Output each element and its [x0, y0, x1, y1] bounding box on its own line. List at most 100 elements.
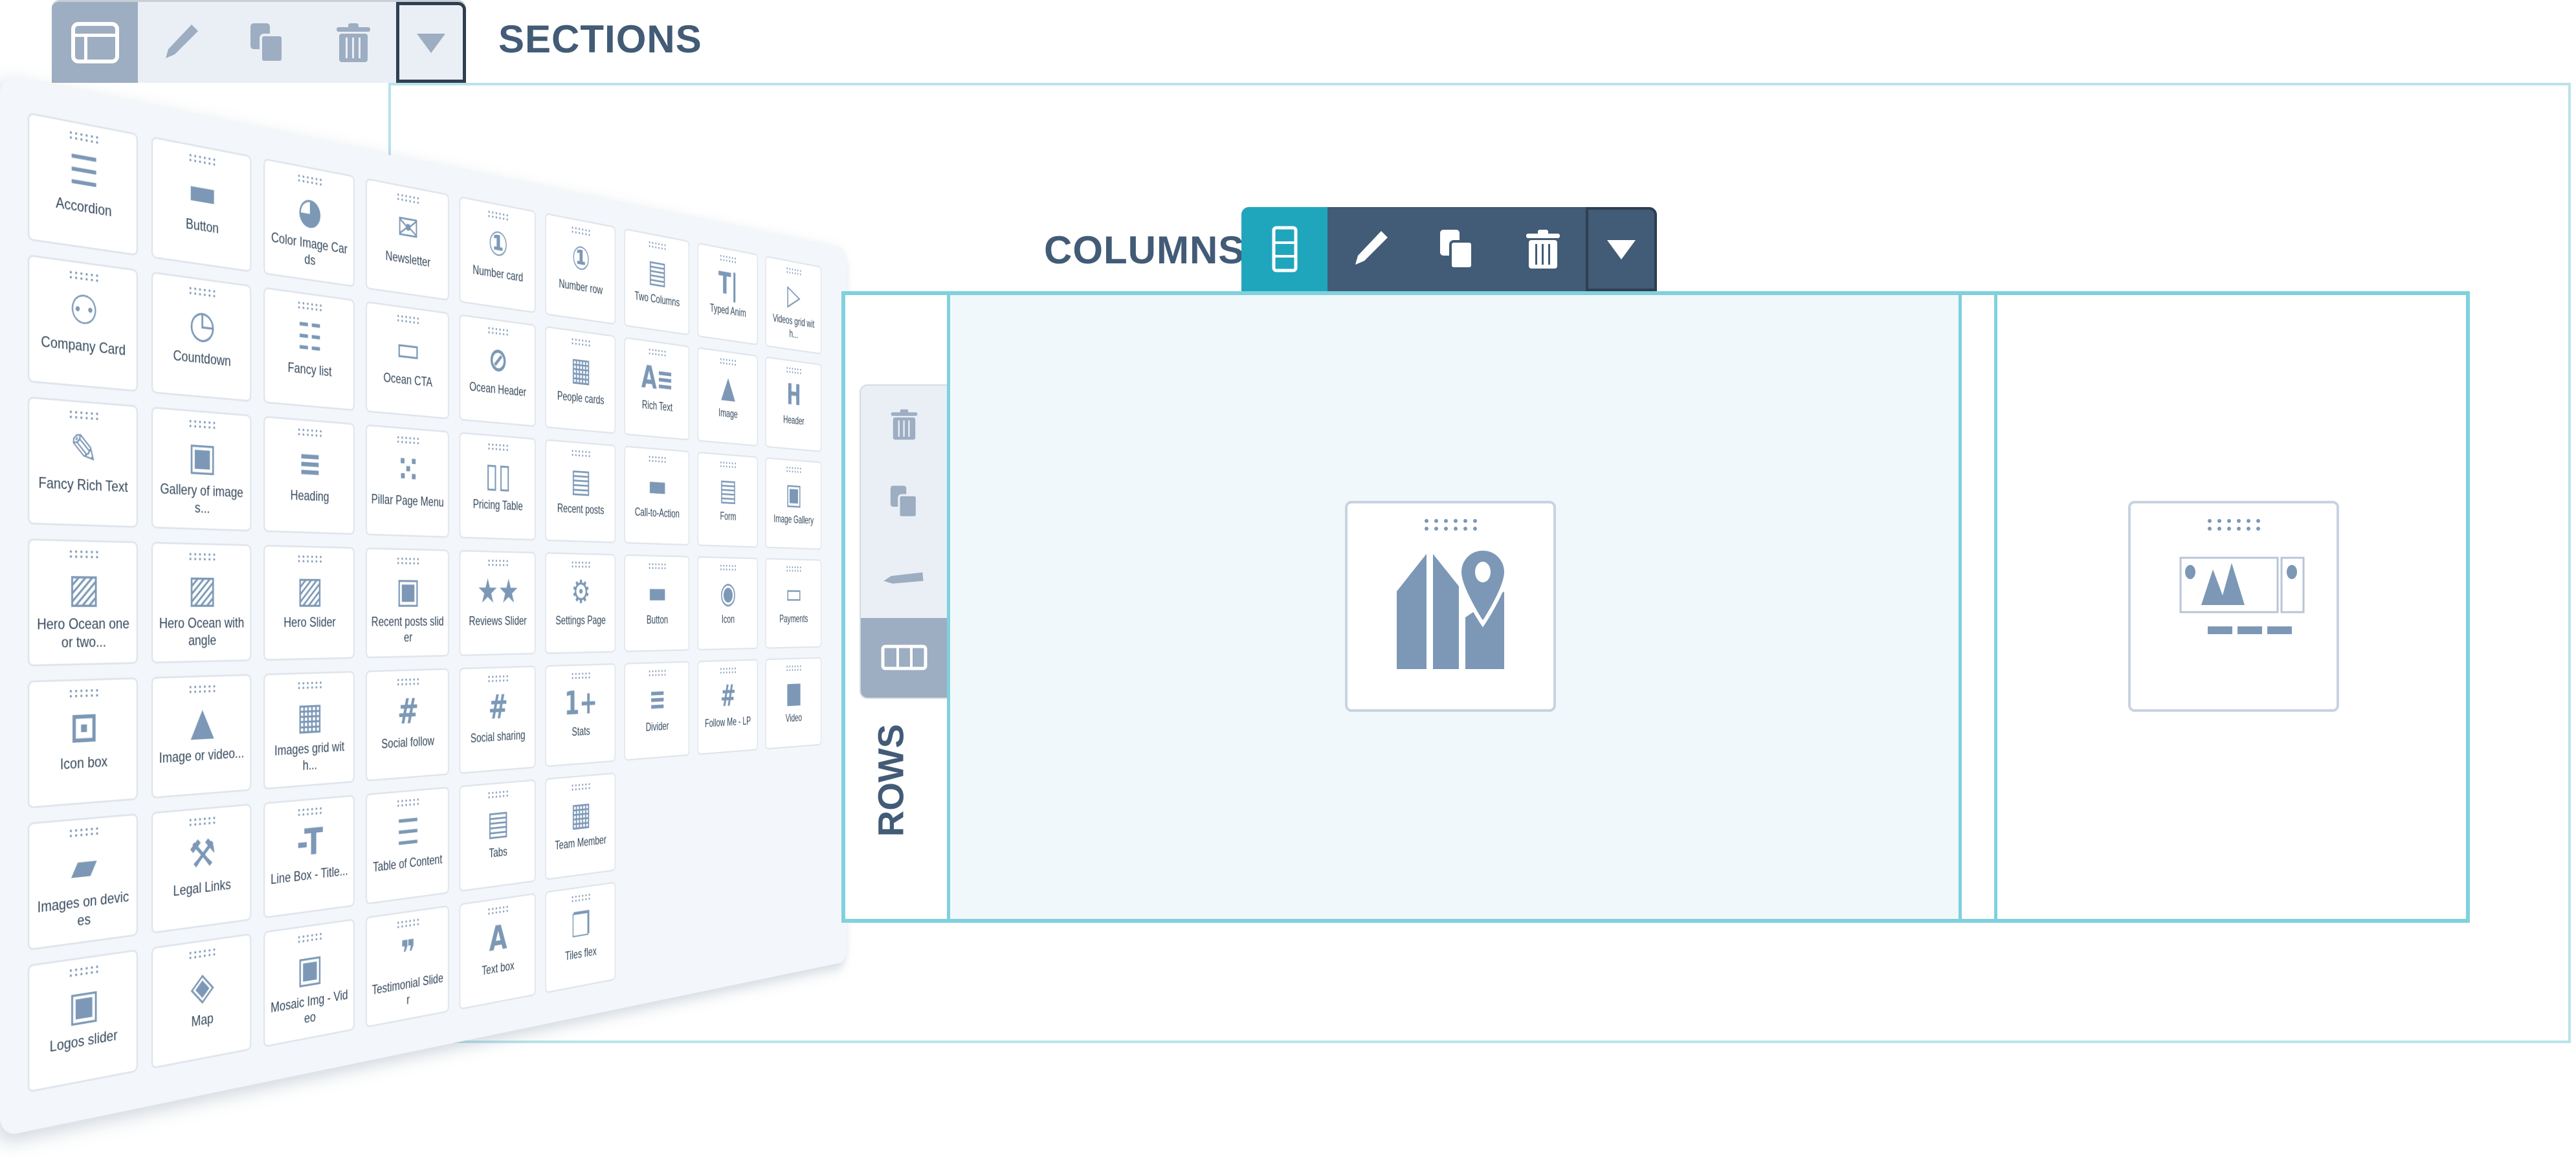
image-gallery-module[interactable]: [2128, 501, 2339, 712]
module-card[interactable]: ▬ Button: [624, 554, 690, 652]
drag-handle-icon[interactable]: [397, 798, 419, 807]
section-edit-button[interactable]: [138, 2, 224, 83]
drag-handle-icon[interactable]: [69, 689, 98, 698]
column-layout-button[interactable]: [1241, 207, 1327, 291]
module-card[interactable]: 1+ Stats: [545, 663, 616, 767]
module-card[interactable]: ▦ People cards: [545, 325, 616, 434]
drag-handle-icon[interactable]: [649, 670, 666, 677]
module-card[interactable]: ★★ Reviews Slider: [459, 549, 536, 656]
module-card[interactable]: ◕ Color Image Cards: [263, 158, 355, 287]
drag-handle-icon[interactable]: [572, 226, 590, 236]
module-card[interactable]: ⊘ Ocean Header: [459, 314, 536, 427]
drag-handle-icon[interactable]: [786, 467, 801, 474]
drag-handle-icon[interactable]: [397, 557, 419, 565]
module-card[interactable]: A Text box: [459, 892, 536, 1010]
module-card[interactable]: ☰ Accordion: [27, 112, 139, 256]
drag-handle-icon[interactable]: [572, 561, 590, 568]
module-card[interactable]: ▦ Images grid with...: [263, 670, 355, 790]
module-card[interactable]: ▤ Two Columns: [624, 228, 690, 336]
module-card[interactable]: ▤ Form: [697, 451, 758, 548]
module-card[interactable]: ⚇ Company Card: [27, 254, 139, 392]
drag-handle-icon[interactable]: [488, 443, 508, 452]
drag-handle-icon[interactable]: [189, 553, 216, 561]
module-card[interactable]: ① Number row: [545, 212, 616, 325]
drag-handle-icon[interactable]: [298, 301, 322, 312]
drag-handle-icon[interactable]: [572, 783, 590, 791]
row-layout-button[interactable]: [861, 617, 947, 698]
module-card[interactable]: ✎ Fancy Rich Text: [27, 396, 139, 528]
module-card[interactable]: ◉ Icon: [697, 556, 758, 651]
drag-handle-icon[interactable]: [397, 436, 419, 445]
module-card[interactable]: ▷ Videos grid with...: [765, 256, 822, 355]
drag-handle-icon[interactable]: [786, 665, 801, 672]
module-card[interactable]: ⁙ Pillar Page Menu: [366, 424, 449, 538]
drag-handle-icon[interactable]: [298, 555, 322, 563]
module-card[interactable]: ▣ Image Gallery: [765, 457, 822, 550]
drag-handle-icon[interactable]: [69, 131, 98, 144]
module-card[interactable]: ☰ Table of Content: [366, 786, 449, 905]
module-card[interactable]: A≡ Rich Text: [624, 336, 690, 441]
drag-handle-icon[interactable]: [397, 193, 419, 204]
drag-handle-icon[interactable]: [786, 566, 801, 572]
drag-handle-icon[interactable]: [69, 827, 98, 837]
drag-handle-icon[interactable]: [189, 685, 216, 694]
drag-handle-icon[interactable]: [1424, 519, 1477, 531]
drag-handle-icon[interactable]: [572, 338, 590, 347]
drag-handle-icon[interactable]: [298, 681, 322, 690]
module-card[interactable]: ▦ Team Member: [545, 772, 616, 881]
drag-handle-icon[interactable]: [189, 287, 216, 298]
module-card[interactable]: ▣ Gallery of images...: [151, 406, 252, 532]
drag-handle-icon[interactable]: [488, 559, 508, 567]
module-card[interactable]: ≡ Heading: [263, 415, 355, 535]
column-delete-button[interactable]: [1500, 207, 1586, 291]
module-card[interactable]: ❐ Tiles flex: [545, 881, 616, 994]
module-card[interactable]: ▬ Button: [151, 136, 252, 272]
module-card[interactable]: -T Line Box - Title...: [263, 795, 355, 919]
column-copy-button[interactable]: [1414, 207, 1500, 291]
drag-handle-icon[interactable]: [720, 358, 736, 366]
drag-handle-icon[interactable]: [786, 267, 801, 276]
module-card[interactable]: ≡ Divider: [624, 661, 690, 761]
module-card[interactable]: ▯▯ Pricing Table: [459, 432, 536, 541]
module-card[interactable]: ◈ Map: [151, 933, 252, 1070]
module-card[interactable]: ■ Video: [765, 657, 822, 750]
row-copy-button[interactable]: [861, 463, 947, 541]
column-1[interactable]: [947, 295, 1962, 919]
module-card[interactable]: ▭ Payments: [765, 558, 822, 649]
drag-handle-icon[interactable]: [488, 327, 508, 336]
module-card[interactable]: ▤ Recent posts: [545, 439, 616, 544]
module-card[interactable]: ▨ Hero Slider: [263, 544, 355, 661]
module-card[interactable]: ✉ Newsletter: [366, 177, 449, 301]
drag-handle-icon[interactable]: [69, 270, 98, 282]
drag-handle-icon[interactable]: [488, 210, 508, 221]
module-card[interactable]: H Header: [765, 356, 822, 452]
drag-handle-icon[interactable]: [69, 965, 98, 977]
drag-handle-icon[interactable]: [488, 675, 508, 683]
drag-handle-icon[interactable]: [397, 678, 419, 686]
drag-handle-icon[interactable]: [720, 667, 736, 674]
drag-handle-icon[interactable]: [720, 461, 736, 468]
row-edit-button[interactable]: [861, 540, 947, 618]
section-delete-button[interactable]: [310, 2, 396, 83]
drag-handle-icon[interactable]: [572, 672, 590, 679]
column-2[interactable]: [1994, 295, 2470, 919]
drag-handle-icon[interactable]: [189, 817, 216, 826]
drag-handle-icon[interactable]: [298, 428, 322, 437]
drag-handle-icon[interactable]: [189, 153, 216, 166]
module-card[interactable]: ▣ Recent posts slider: [366, 547, 449, 659]
drag-handle-icon[interactable]: [649, 241, 666, 250]
section-more-dropdown[interactable]: [396, 2, 466, 83]
module-card[interactable]: ▨ Hero Ocean one or two...: [27, 538, 139, 667]
module-card[interactable]: ▭ Ocean CTA: [366, 301, 449, 420]
section-layout-button[interactable]: [52, 2, 138, 83]
module-card[interactable]: ⚒ Legal Links: [151, 803, 252, 934]
row-frame[interactable]: ROWS: [841, 291, 2470, 923]
drag-handle-icon[interactable]: [397, 918, 419, 929]
module-card[interactable]: ▣ Mosaic Img - Video: [263, 918, 355, 1048]
module-card[interactable]: ▰ Images on devices: [27, 813, 139, 951]
module-card[interactable]: ⊡ Icon box: [27, 677, 139, 809]
drag-handle-icon[interactable]: [488, 790, 508, 799]
column-more-dropdown[interactable]: [1586, 207, 1657, 291]
drag-handle-icon[interactable]: [786, 367, 801, 375]
module-card[interactable]: ▣ Logos slider: [27, 949, 139, 1093]
